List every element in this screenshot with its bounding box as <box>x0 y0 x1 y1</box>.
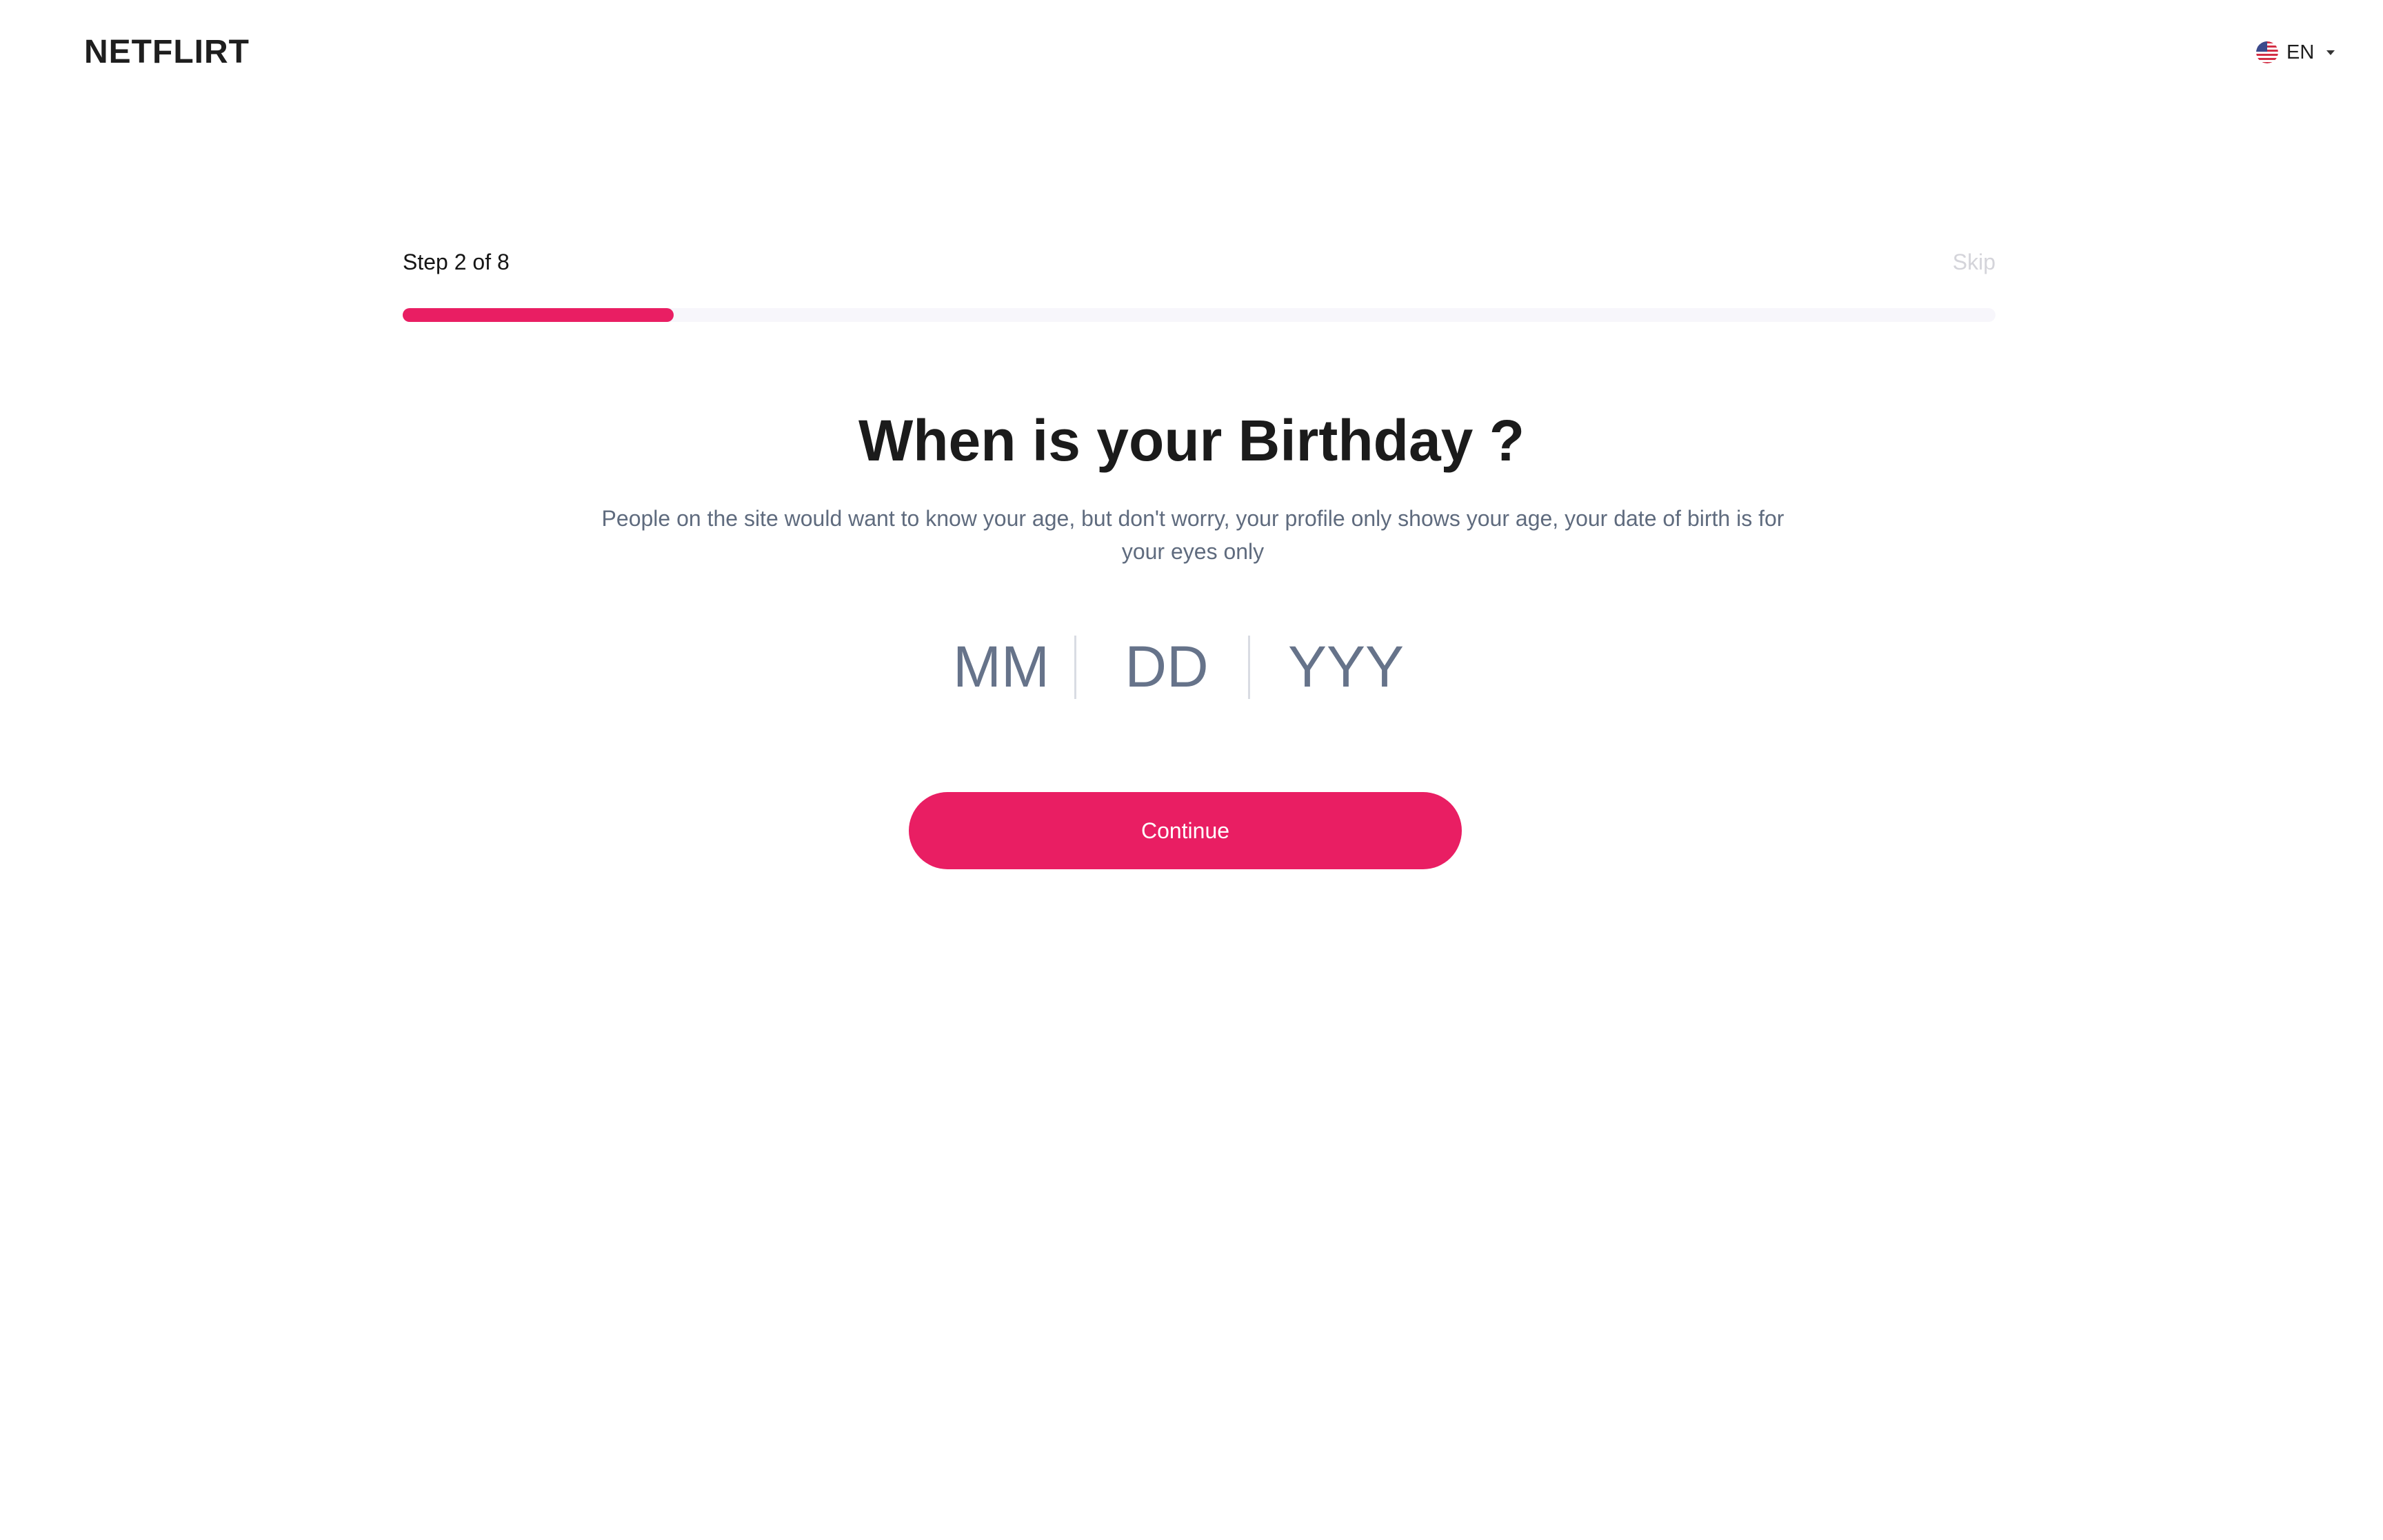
step-indicator: Step 2 of 8 <box>403 250 510 274</box>
page-title: When is your Birthday ? <box>858 408 1525 473</box>
language-selector[interactable]: EN <box>2256 36 2335 69</box>
site-logo[interactable]: NETFLIRT <box>84 30 250 74</box>
divider <box>1074 636 1076 699</box>
language-label: EN <box>2286 41 2315 63</box>
continue-button[interactable]: Continue <box>909 792 1462 869</box>
chevron-down-icon <box>2326 50 2335 55</box>
page-subtitle: People on the site would want to know yo… <box>601 506 1784 564</box>
month-input[interactable]: MM <box>953 629 1049 705</box>
progress-bar-fill <box>403 308 674 322</box>
day-input[interactable]: DD <box>1112 629 1222 705</box>
skip-link[interactable]: Skip <box>1953 247 1995 277</box>
page: NETFLIRT EN Step 2 of 8 Skip When is you… <box>0 0 2383 1540</box>
year-input[interactable]: YYY <box>1284 629 1408 705</box>
progress-bar <box>403 308 1995 322</box>
birthday-input-group: MM DD YYY <box>894 629 1489 705</box>
divider <box>1248 636 1250 699</box>
us-flag-icon <box>2256 41 2278 63</box>
